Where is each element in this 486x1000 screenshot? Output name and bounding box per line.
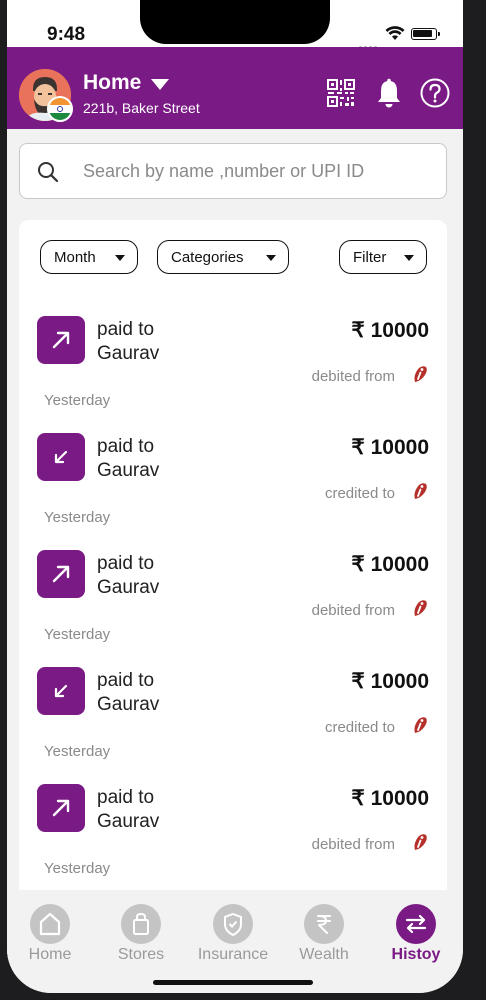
transaction-direction: debited from (311, 836, 395, 853)
tab-wealth[interactable]: Wealth (286, 904, 362, 966)
india-flag-icon (47, 96, 73, 122)
transaction-type: paid to (97, 670, 155, 691)
transaction-type: paid to (97, 319, 155, 340)
home-indicator (153, 980, 313, 985)
search-icon (38, 162, 59, 183)
transaction-party: Gaurav (97, 460, 160, 481)
bottom-tab-bar: Home Stores Insurance Wealth Histoy (7, 890, 463, 993)
outgoing-payment-icon (37, 550, 85, 598)
app-screen: 9:48 Home 221b, Baker Street Search by n… (7, 0, 463, 993)
transaction-party: Gaurav (97, 343, 160, 364)
categories-dropdown-label: Categories (171, 249, 244, 266)
transaction-label: paid to Gaurav (97, 669, 159, 717)
transaction-row[interactable]: paid to Gaurav ₹ 10000 credited to Yesterday (19, 667, 447, 784)
transaction-amount: ₹ 10000 (351, 319, 429, 342)
chevron-down-icon[interactable] (151, 79, 169, 90)
tab-stores[interactable]: Stores (103, 904, 179, 966)
bank-logo-icon (414, 834, 427, 850)
transaction-amount: ₹ 10000 (351, 670, 429, 693)
transaction-party: Gaurav (97, 694, 160, 715)
caret-down-icon (404, 255, 414, 261)
qr-code-icon[interactable] (325, 77, 357, 109)
transaction-direction: debited from (311, 602, 395, 619)
incoming-payment-icon (37, 667, 85, 715)
transaction-direction: credited to (324, 719, 395, 736)
transaction-amount: ₹ 10000 (351, 553, 429, 576)
transaction-date: Yesterday (44, 860, 111, 877)
filter-dropdown[interactable]: Filter (339, 240, 427, 274)
transaction-amount: ₹ 10000 (351, 436, 429, 459)
outgoing-payment-icon (37, 784, 85, 832)
month-dropdown-label: Month (54, 249, 96, 266)
help-icon[interactable] (419, 77, 451, 109)
month-dropdown[interactable]: Month (40, 240, 138, 274)
notch (140, 0, 330, 44)
transaction-label: paid to Gaurav (97, 552, 159, 600)
transaction-label: paid to Gaurav (97, 786, 159, 834)
wifi-icon (385, 26, 405, 40)
signal-icon (359, 36, 381, 49)
status-bar: 9:48 (7, 0, 463, 49)
tab-insurance[interactable]: Insurance (195, 904, 271, 966)
transaction-type: paid to (97, 436, 155, 457)
search-bar[interactable]: Search by name ,number or UPI ID (19, 143, 447, 199)
transaction-date: Yesterday (44, 743, 111, 760)
arrow-up-right-icon (52, 799, 70, 817)
transaction-direction: debited from (311, 368, 395, 385)
incoming-payment-icon (37, 433, 85, 481)
transaction-row[interactable]: paid to Gaurav ₹ 10000 debited from Yesterda… (19, 784, 447, 901)
tab-home[interactable]: Home (12, 904, 88, 966)
battery-icon (411, 28, 440, 40)
arrow-up-right-icon (52, 565, 70, 583)
status-time: 9:48 (47, 24, 86, 45)
transaction-type: paid to (97, 787, 155, 808)
transaction-row[interactable]: paid to Gaurav ₹ 10000 credited to Yesterday (19, 433, 447, 550)
search-input[interactable]: Search by name ,number or UPI ID (83, 161, 364, 182)
bank-logo-icon (414, 483, 427, 499)
arrow-up-right-icon (52, 331, 70, 349)
tab-label: Insurance (197, 946, 269, 963)
arrow-down-left-icon (54, 684, 68, 698)
transaction-label: paid to Gaurav (97, 435, 159, 483)
transaction-date: Yesterday (44, 392, 111, 409)
caret-down-icon (115, 255, 125, 261)
bell-icon[interactable] (373, 77, 405, 109)
location-title[interactable]: Home (83, 71, 141, 95)
tab-history[interactable]: Histoy (378, 904, 454, 966)
rupee-icon (317, 915, 331, 934)
filter-dropdown-label: Filter (353, 249, 387, 266)
transaction-row[interactable]: paid to Gaurav ₹ 10000 debited from Yesterda… (19, 550, 447, 667)
transaction-party: Gaurav (97, 577, 160, 598)
transaction-date: Yesterday (44, 626, 111, 643)
history-card: Month Categories Filter paid to Gaurav ₹ 1… (19, 220, 447, 920)
bank-logo-icon (414, 600, 427, 616)
location-address: 221b, Baker Street (83, 100, 200, 116)
arrow-down-left-icon (54, 450, 68, 464)
caret-down-icon (266, 255, 276, 261)
transaction-type: paid to (97, 553, 155, 574)
tab-label: Home (28, 946, 72, 963)
tab-label: Wealth (299, 946, 349, 963)
tab-label: Histoy (391, 946, 441, 963)
app-header: Home 221b, Baker Street (7, 47, 463, 129)
outgoing-payment-icon (37, 316, 85, 364)
transaction-party: Gaurav (97, 811, 160, 832)
swap-icon (405, 914, 427, 934)
transaction-direction: credited to (324, 485, 395, 502)
home-icon (39, 912, 61, 936)
bank-logo-icon (414, 717, 427, 733)
transaction-row[interactable]: paid to Gaurav ₹ 10000 debited from Yesterda… (19, 316, 447, 433)
transaction-label: paid to Gaurav (97, 318, 159, 366)
categories-dropdown[interactable]: Categories (157, 240, 289, 274)
transaction-date: Yesterday (44, 509, 111, 526)
bag-icon (133, 912, 149, 935)
tab-label: Stores (117, 946, 165, 963)
bank-logo-icon (414, 366, 427, 382)
transaction-amount: ₹ 10000 (351, 787, 429, 810)
shield-icon (224, 912, 242, 937)
